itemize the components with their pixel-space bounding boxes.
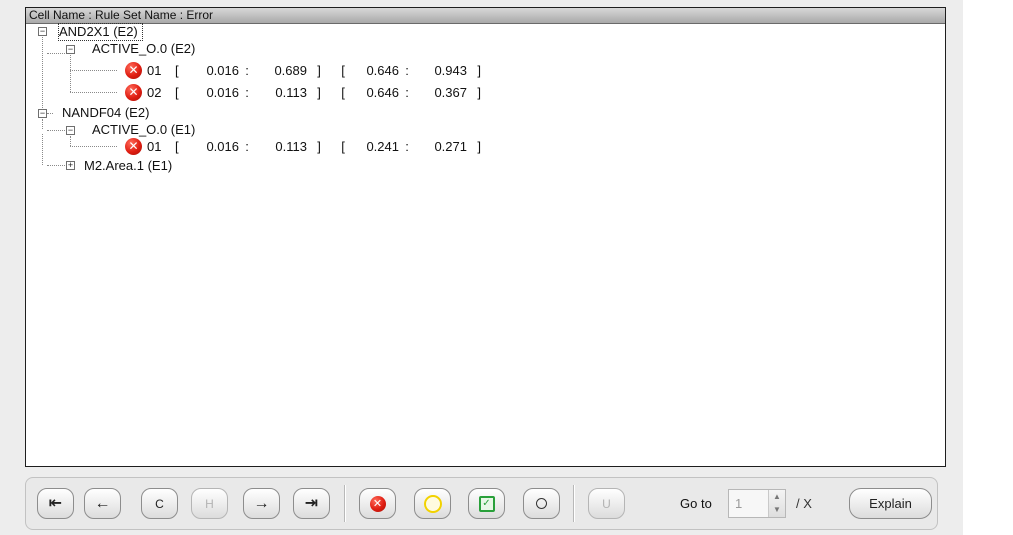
- yellow-ring-icon: [423, 494, 442, 513]
- spin-down-icon[interactable]: ▼: [769, 503, 785, 516]
- collapse-toggle[interactable]: −: [38, 27, 47, 36]
- h-button[interactable]: H: [191, 488, 228, 519]
- previous-error-button[interactable]: ←: [84, 488, 121, 519]
- last-error-button[interactable]: ⇥: [293, 488, 330, 519]
- tree-line: [47, 130, 65, 131]
- tree-column-header: Cell Name : Rule Set Name : Error: [26, 8, 945, 24]
- toolbar-separator: [344, 485, 346, 522]
- tree-line: [70, 50, 71, 92]
- collapse-toggle[interactable]: −: [66, 126, 75, 135]
- show-warnings-button[interactable]: [414, 488, 451, 519]
- tree-rule-node[interactable]: ACTIVE_O.0 (E1): [92, 122, 195, 138]
- tree-line: [70, 136, 71, 146]
- green-check-icon: ✓: [478, 495, 495, 512]
- tree-line: [42, 34, 43, 116]
- results-tree[interactable]: Cell Name : Rule Set Name : Error − AND2…: [25, 7, 946, 467]
- spin-up-icon[interactable]: ▲: [769, 490, 785, 503]
- first-error-button[interactable]: ⇤: [37, 488, 74, 519]
- tree-line: [42, 119, 43, 129]
- error-icon: ✕: [125, 84, 142, 101]
- left-arrow-icon: ←: [94, 494, 111, 512]
- error-icon: ✕: [369, 495, 386, 512]
- c-button[interactable]: C: [141, 488, 178, 519]
- last-arrow-icon: ⇥: [304, 494, 319, 512]
- goto-total: / X: [796, 496, 812, 511]
- tree-error-row[interactable]: 02[0.016:0.113][0.646:0.367]: [147, 85, 481, 101]
- error-icon: ✕: [125, 138, 142, 155]
- next-error-button[interactable]: →: [243, 488, 280, 519]
- first-arrow-icon: ⇤: [48, 494, 63, 512]
- tree-line: [47, 165, 65, 166]
- tree-line: [70, 146, 117, 147]
- tree-rule-node[interactable]: ACTIVE_O.0 (E2): [92, 41, 195, 57]
- tree-line: [47, 53, 65, 54]
- tree-error-row[interactable]: 01[0.016:0.689][0.646:0.943]: [147, 63, 481, 79]
- goto-label: Go to: [680, 496, 712, 511]
- tree-rule-node[interactable]: M2.Area.1 (E1): [84, 158, 172, 174]
- expand-toggle[interactable]: +: [66, 161, 75, 170]
- explain-button[interactable]: Explain: [849, 488, 932, 519]
- tree-line: [70, 92, 117, 93]
- error-icon: ✕: [125, 62, 142, 79]
- drc-results-window: Cell Name : Rule Set Name : Error − AND2…: [0, 0, 963, 535]
- show-errors-button[interactable]: ✕: [359, 488, 396, 519]
- tree-line: [70, 70, 117, 71]
- collapse-toggle[interactable]: −: [38, 109, 47, 118]
- toolbar-separator: [573, 485, 575, 522]
- tree-line: [47, 113, 53, 114]
- tree-error-row[interactable]: 01[0.016:0.113][0.241:0.271]: [147, 139, 481, 155]
- show-fixed-button[interactable]: ✓: [468, 488, 505, 519]
- tree-cell-node[interactable]: NANDF04 (E2): [62, 105, 149, 121]
- collapse-toggle[interactable]: −: [66, 45, 75, 54]
- tree-line: [42, 134, 43, 165]
- small-ring-icon: [536, 498, 547, 509]
- goto-spinner[interactable]: ▲ ▼: [768, 490, 785, 517]
- show-waived-button[interactable]: [523, 488, 560, 519]
- right-arrow-icon: →: [253, 494, 270, 512]
- tree-cell-node[interactable]: AND2X1 (E2): [58, 23, 143, 41]
- u-button[interactable]: U: [588, 488, 625, 519]
- navigation-toolbar: ⇤ ← C H → ⇥ ✕ ✓ U Go to ▲ ▼: [25, 477, 938, 530]
